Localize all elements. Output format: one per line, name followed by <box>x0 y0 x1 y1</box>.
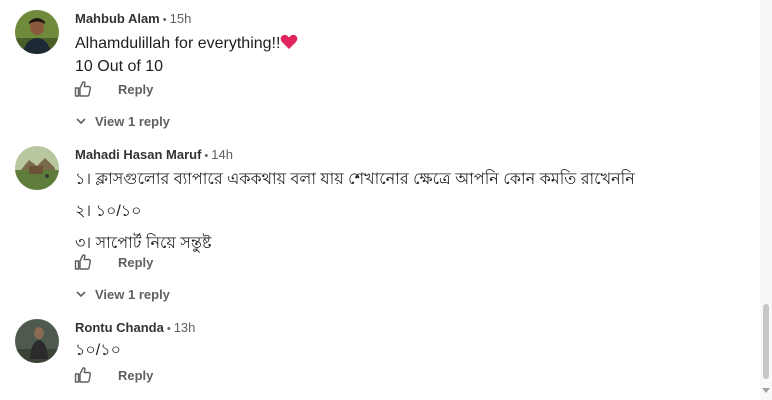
reply-button[interactable]: Reply <box>118 82 153 97</box>
thumbs-up-icon[interactable] <box>73 365 93 385</box>
scrollbar-thumb[interactable] <box>763 304 769 379</box>
chevron-down-icon <box>75 288 87 300</box>
comment-actions: Reply <box>73 364 153 386</box>
view-replies-label: View 1 reply <box>95 113 170 129</box>
heart-emoji-icon <box>281 34 298 49</box>
author-name[interactable]: Mahadi Hasan Maruf <box>75 147 201 162</box>
comment-header: Rontu Chanda • 13h <box>75 319 752 338</box>
comment-actions: Reply <box>73 251 153 273</box>
reply-button[interactable]: Reply <box>118 368 153 383</box>
separator-dot: • <box>162 14 167 26</box>
comment-text-line-1: ১। ক্লাসগুলোর ব্যাপারে এককথায় বলা যায় … <box>75 171 635 188</box>
comment-text-line-2: ২। ১০/১০ <box>75 203 142 220</box>
reply-button[interactable]: Reply <box>118 255 153 270</box>
scroll-down-arrow-icon[interactable] <box>762 388 770 393</box>
chevron-down-icon <box>75 115 87 127</box>
comment-text-line-2: 10 Out of 10 <box>75 58 164 75</box>
avatar[interactable] <box>15 146 59 190</box>
view-replies-button[interactable]: View 1 reply <box>75 111 170 131</box>
separator-dot: • <box>166 323 171 335</box>
thumbs-up-icon[interactable] <box>73 79 93 99</box>
comment-text-line-3: ৩। সাপোর্ট নিয়ে সন্তুষ্ট <box>75 235 212 252</box>
separator-dot: • <box>204 150 209 162</box>
timestamp[interactable]: 13h <box>174 320 196 335</box>
view-replies-button[interactable]: View 1 reply <box>75 284 170 304</box>
author-name[interactable]: Rontu Chanda <box>75 320 164 335</box>
comment-actions: Reply <box>73 78 153 100</box>
comment-text-line: Alhamdulillah for everything!! <box>75 32 752 55</box>
comment-header: Mahadi Hasan Maruf • 14h <box>75 146 752 165</box>
avatar-photo-mahbub <box>15 10 59 54</box>
comment-text: Alhamdulillah for everything!! <box>75 35 281 52</box>
avatar[interactable] <box>15 319 59 363</box>
comment-header: Mahbub Alam • 15h <box>75 10 752 29</box>
comment-text: ১০/১০ <box>75 342 122 359</box>
avatar-photo-rontu <box>15 319 59 363</box>
avatar-photo-mahadi <box>15 146 59 190</box>
avatar[interactable] <box>15 10 59 54</box>
thumbs-up-icon[interactable] <box>73 252 93 272</box>
timestamp[interactable]: 14h <box>211 147 233 162</box>
timestamp[interactable]: 15h <box>170 11 192 26</box>
author-name[interactable]: Mahbub Alam <box>75 11 160 26</box>
view-replies-label: View 1 reply <box>95 286 170 302</box>
